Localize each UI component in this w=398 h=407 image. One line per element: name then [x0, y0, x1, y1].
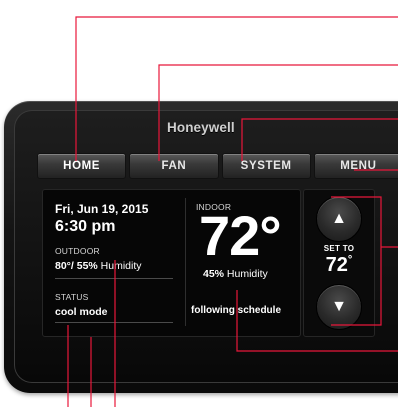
section-divider: [55, 278, 173, 279]
setpoint-value: 72: [325, 254, 348, 276]
tab-home[interactable]: HOME: [37, 153, 127, 179]
temperature-down-button[interactable]: ▼: [316, 284, 362, 330]
section-divider: [55, 322, 173, 323]
outdoor-humidity-label: Humidity: [97, 260, 142, 272]
indoor-humidity-label: Humidity: [224, 268, 268, 280]
setpoint-degree: °: [347, 254, 353, 266]
home-screen: Fri, Jun 19, 2015 6:30 pm OUTDOOR 80°/ 5…: [42, 189, 301, 337]
tab-menu[interactable]: MENU: [313, 153, 398, 179]
brand-logo: Honeywell: [167, 120, 235, 135]
schedule-status: following schedule: [191, 305, 282, 316]
status-label: STATUS: [55, 292, 89, 302]
tab-fan[interactable]: FAN: [129, 153, 219, 179]
thermostat-device: Honeywell HOME FAN SYSTEM MENU Fri, Jun …: [4, 101, 398, 393]
tab-system[interactable]: SYSTEM: [221, 153, 311, 179]
outdoor-humidity: / 55%: [70, 260, 98, 272]
outdoor-label: OUTDOOR: [55, 246, 100, 256]
setpoint-label: SET TO: [323, 244, 355, 253]
indoor-humidity-value: 45%: [203, 268, 225, 280]
outdoor-temperature: 80°: [55, 260, 71, 272]
indoor-temperature: 72°: [199, 204, 282, 267]
indoor-humidity: 45% Humidity: [203, 268, 268, 280]
setpoint-panel: ▲ SET TO 72° ▼: [303, 189, 375, 337]
status-value: cool mode: [55, 306, 108, 318]
triangle-down-icon: ▼: [331, 298, 347, 315]
triangle-up-icon: ▲: [331, 210, 347, 227]
setpoint-temperature: 72°: [304, 254, 374, 277]
menu-tab-bar: HOME FAN SYSTEM MENU: [37, 153, 398, 179]
column-divider: [185, 198, 186, 326]
date-display: Fri, Jun 19, 2015: [55, 202, 149, 216]
temperature-up-button[interactable]: ▲: [316, 196, 362, 242]
time-display: 6:30 pm: [55, 218, 116, 235]
outdoor-reading: 80°/ 55% Humidity: [55, 260, 142, 272]
